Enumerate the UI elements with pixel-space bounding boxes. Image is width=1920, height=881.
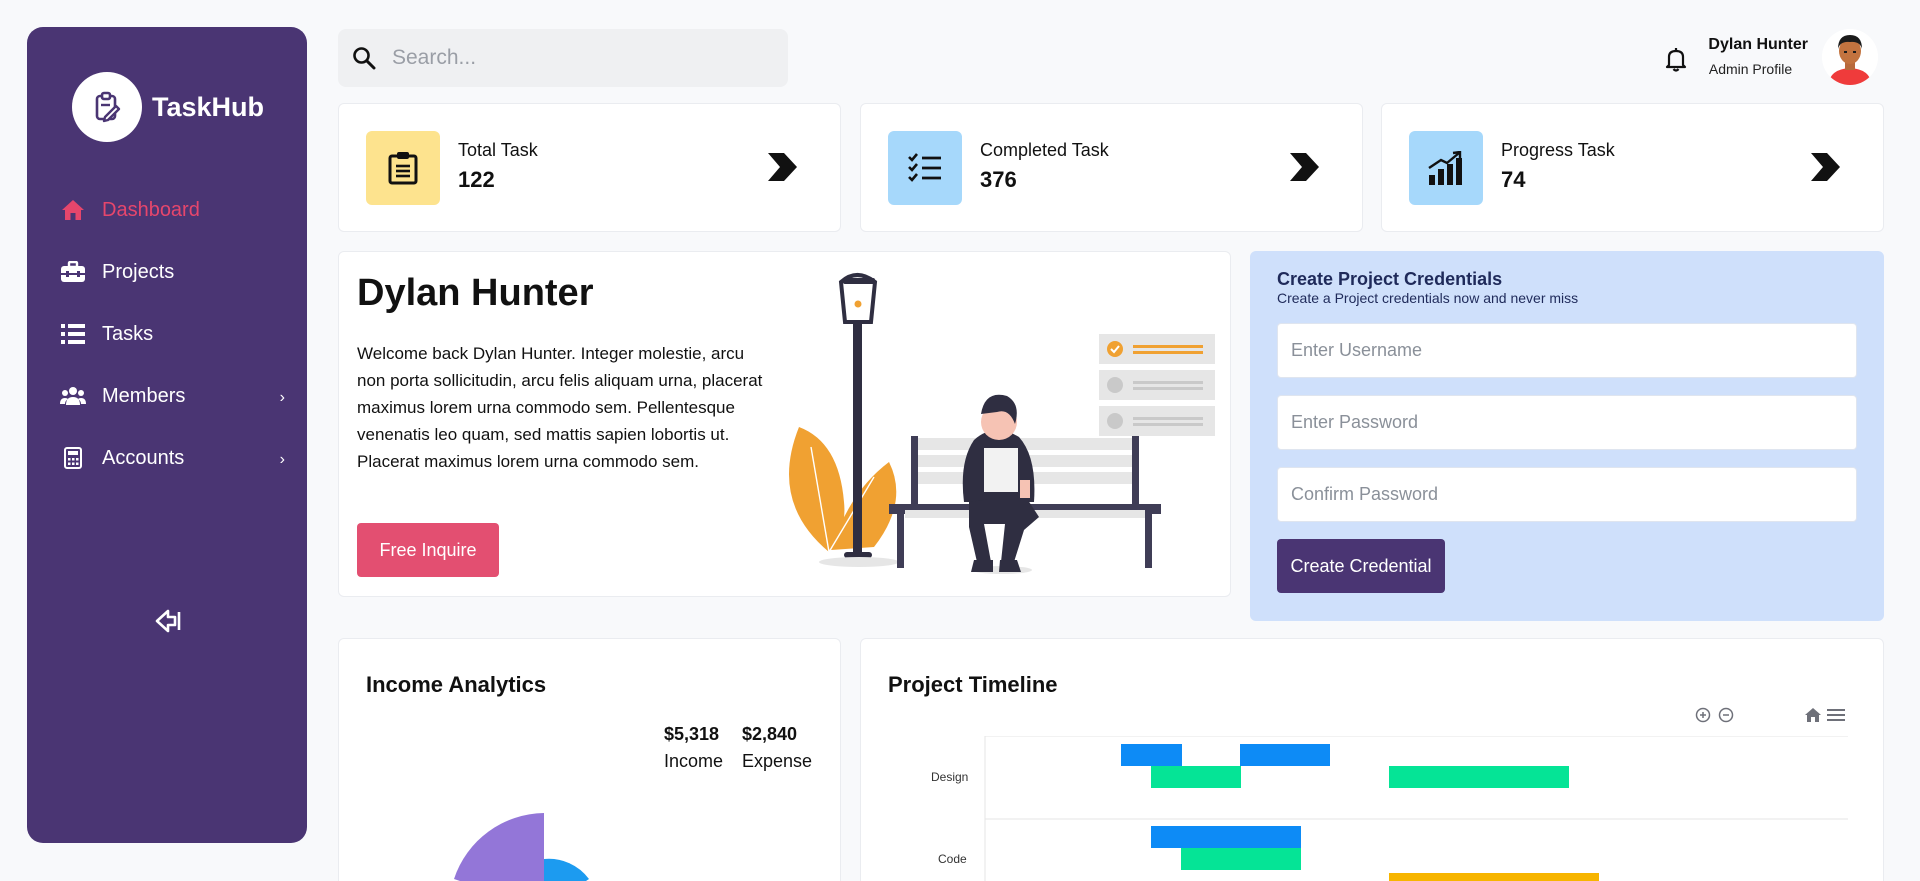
chevron-right-icon: › [279, 451, 285, 468]
stat-tile [1409, 131, 1483, 205]
collapse-sidebar-button[interactable] [152, 605, 184, 637]
stat-card-progress-task: Progress Task 74 [1381, 103, 1884, 232]
stat-value: 376 [980, 167, 1017, 192]
credentials-subtitle: Create a Project credentials now and nev… [1277, 290, 1579, 306]
gantt-bar[interactable] [1151, 826, 1301, 848]
sidebar: TaskHub Dashboard Projects Tasks Members [27, 27, 307, 843]
expense-value: $2,840 [742, 724, 798, 744]
briefcase-icon [60, 259, 86, 285]
home-icon [60, 197, 86, 223]
project-timeline-card: Project Timeline Design Code [860, 638, 1884, 881]
reset-home-icon[interactable] [1804, 707, 1822, 723]
stat-card-total-task: Total Task 122 [338, 103, 841, 232]
free-inquire-button[interactable]: Free Inquire [357, 523, 499, 577]
arrow-left-bar-icon [155, 609, 181, 633]
pie-slice-expense [544, 858, 589, 881]
search-input[interactable] [392, 46, 752, 70]
pie-slice-income [454, 813, 544, 881]
stat-card-completed-task: Completed Task 376 [860, 103, 1363, 232]
sidebar-nav: Dashboard Projects Tasks Members › Accou… [27, 179, 307, 489]
income-pie-chart [454, 813, 589, 881]
row-label-code: Code [938, 852, 967, 866]
stat-value: 74 [1501, 167, 1526, 192]
income-value: $5,318 [664, 724, 720, 744]
stat-value: 122 [458, 167, 495, 192]
timeline-gantt-chart [984, 736, 1848, 881]
sidebar-item-dashboard[interactable]: Dashboard [27, 179, 307, 241]
chevron-right-icon[interactable] [1809, 151, 1841, 183]
clipboard-icon [388, 152, 418, 185]
create-credential-button[interactable]: Create Credential [1277, 539, 1445, 593]
gantt-bar[interactable] [1121, 744, 1182, 766]
username-field[interactable] [1277, 323, 1857, 378]
gantt-bar[interactable] [1181, 848, 1301, 870]
stat-tile [366, 131, 440, 205]
menu-icon[interactable] [1827, 707, 1845, 723]
row-label-design: Design [931, 770, 969, 784]
income-analytics-card: Income Analytics $5,318 Income $2,840 Ex… [338, 638, 841, 881]
password-field[interactable] [1277, 395, 1857, 450]
chevron-right-icon: › [279, 389, 285, 406]
credentials-title: Create Project Credentials [1277, 269, 1503, 289]
list-icon [60, 321, 86, 347]
sidebar-item-label: Tasks [102, 322, 154, 345]
stat-label: Total Task [458, 140, 538, 160]
calculator-icon [60, 445, 86, 471]
chevron-right-icon[interactable] [1288, 151, 1320, 183]
sidebar-item-accounts[interactable]: Accounts › [27, 427, 307, 489]
stat-tile [888, 131, 962, 205]
welcome-title: Dylan Hunter [357, 272, 594, 314]
checklist-icon [908, 153, 941, 182]
timeline-title: Project Timeline [888, 672, 1058, 697]
chevron-right-icon[interactable] [766, 151, 798, 183]
welcome-card: Dylan Hunter Welcome back Dylan Hunter. … [338, 251, 1231, 597]
confirm-password-field[interactable] [1277, 467, 1857, 522]
user-name: Dylan Hunter [1708, 36, 1808, 53]
search-bar [338, 29, 788, 87]
stat-label: Completed Task [980, 140, 1109, 160]
users-icon [60, 383, 86, 409]
search-icon[interactable] [352, 46, 376, 70]
welcome-text: Welcome back Dylan Hunter. Integer moles… [357, 344, 763, 471]
gantt-bar[interactable] [1389, 873, 1599, 881]
sidebar-item-tasks[interactable]: Tasks [27, 303, 307, 365]
gantt-bar[interactable] [1151, 766, 1241, 788]
sidebar-item-label: Projects [102, 260, 175, 283]
user-role: Admin Profile [1708, 61, 1793, 77]
zoom-in-icon[interactable] [1695, 707, 1711, 723]
income-label: Income [664, 751, 724, 771]
expense-label: Expense [742, 751, 813, 771]
brand[interactable]: TaskHub [72, 72, 264, 142]
gantt-bar[interactable] [1389, 766, 1569, 788]
sidebar-item-projects[interactable]: Projects [27, 241, 307, 303]
person-on-bench-illustration [789, 273, 1215, 574]
clipboard-edit-icon [72, 72, 142, 142]
brand-name: TaskHub [152, 91, 265, 122]
sidebar-item-label: Members [102, 384, 186, 407]
sidebar-item-label: Dashboard [102, 198, 200, 221]
income-title: Income Analytics [366, 672, 547, 697]
zoom-out-icon[interactable] [1718, 707, 1734, 723]
sidebar-item-members[interactable]: Members › [27, 365, 307, 427]
growth-chart-icon [1428, 151, 1462, 185]
sidebar-item-label: Accounts [102, 446, 185, 469]
avatar[interactable] [1822, 29, 1878, 85]
gantt-bar[interactable] [1240, 744, 1330, 766]
credentials-card: Create Project Credentials Create a Proj… [1250, 251, 1884, 621]
stat-label: Progress Task [1501, 140, 1615, 160]
